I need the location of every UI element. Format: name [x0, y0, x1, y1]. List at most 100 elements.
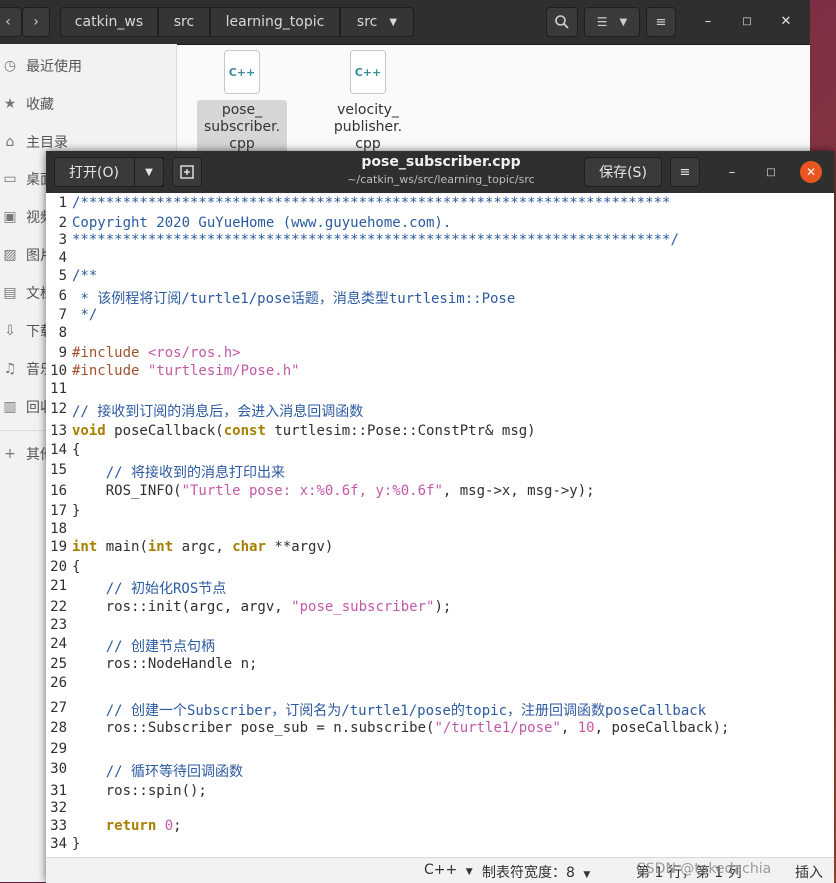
- code-token: const: [223, 423, 266, 439]
- image-icon: ▨: [3, 247, 17, 263]
- maximize-button[interactable]: □: [737, 11, 757, 31]
- new-document-icon: [180, 165, 194, 179]
- line-number: 6: [58, 288, 67, 304]
- minimize-icon: –: [704, 13, 712, 29]
- line-number: 21: [50, 578, 67, 594]
- breadcrumb-src[interactable]: src: [158, 7, 210, 37]
- breadcrumb-src-current[interactable]: src ▼: [340, 7, 414, 37]
- tab-width-selector[interactable]: 制表符宽度：8 ▼: [482, 862, 590, 882]
- code-token: "Turtle pose: x:%0.6f, y:%0.6f": [181, 483, 443, 499]
- code-token: 0: [164, 818, 174, 834]
- code-token: {: [72, 559, 81, 575]
- line-number: 23: [50, 617, 67, 633]
- trash-icon: ▥: [3, 399, 17, 415]
- plus-icon: +: [4, 446, 16, 462]
- code-token: * 该例程将订阅/turtle1/pose话题，消息类型turtlesim::P…: [72, 291, 516, 307]
- line-number: 29: [50, 741, 67, 757]
- code-token: /***************************************…: [72, 195, 671, 211]
- close-button[interactable]: ✕: [800, 161, 822, 183]
- code-token: // 创建一个Subscriber，订阅名为/turtle1/pose的topi…: [105, 703, 707, 719]
- line-number: 7: [58, 307, 67, 323]
- code-editor[interactable]: 1 2 3 4 5 6 7 8 9 10 11 12 13 14 15 16 17 18 19 20 21 22 23 24 2…: [46, 193, 834, 857]
- code-token: argc,: [173, 539, 233, 555]
- code-line: ros::spin();: [72, 783, 207, 799]
- minimize-button[interactable]: –: [722, 162, 742, 182]
- code-token: , poseCallback);: [594, 720, 730, 736]
- breadcrumb-catkin-ws[interactable]: catkin_ws: [60, 7, 158, 37]
- code-token: ;: [173, 818, 182, 834]
- code-token: );: [434, 599, 452, 615]
- code-token: turtlesim::Pose::ConstPtr& msg): [265, 423, 536, 439]
- code-line: */: [72, 307, 97, 323]
- text-editor-window: 打开(O) ▼ pose_subscriber.cpp ~/catkin_ws/…: [46, 151, 834, 883]
- chevron-right-icon: ›: [33, 14, 39, 30]
- line-number: 18: [50, 521, 67, 537]
- code-token: ,: [560, 720, 578, 736]
- line-number: 8: [58, 325, 67, 341]
- code-line: void poseCallback(const turtlesim::Pose:…: [72, 423, 536, 439]
- chevron-down-icon: ▼: [583, 870, 591, 880]
- line-number: 2: [58, 215, 67, 231]
- document-title: pose_subscriber.cpp: [361, 154, 521, 170]
- code-token: poseCallback(: [105, 423, 224, 439]
- language-selector[interactable]: C++ ▼: [424, 862, 473, 878]
- sidebar-item-recent[interactable]: ◷ 最近使用: [0, 48, 176, 84]
- code-line: #include <ros/ros.h>: [72, 345, 241, 361]
- code-line: * 该例程将订阅/turtle1/pose话题，消息类型turtlesim::P…: [72, 288, 515, 308]
- code-line: }: [72, 836, 80, 852]
- code-token: **argv): [265, 539, 334, 555]
- maximize-icon: □: [766, 166, 776, 178]
- code-line: ros::NodeHandle n;: [72, 656, 258, 672]
- new-tab-button[interactable]: [172, 157, 202, 187]
- code-token: Copyright 2020 GuYueHome (www.guyuehome.…: [72, 215, 452, 231]
- forward-button[interactable]: ›: [22, 7, 50, 37]
- code-token: ros::spin();: [72, 783, 207, 799]
- code-line: /***************************************…: [72, 195, 670, 211]
- menu-button[interactable]: ≡: [670, 157, 700, 187]
- code-token: , msg->x, msg->y);: [442, 483, 595, 499]
- sidebar-item-starred[interactable]: ★ 收藏: [0, 86, 176, 122]
- minimize-button[interactable]: –: [698, 11, 718, 31]
- line-number: 9: [58, 345, 67, 361]
- code-line: }: [72, 503, 80, 519]
- file-item-pose-subscriber[interactable]: C++ pose_ subscriber. cpp: [197, 50, 287, 155]
- file-item-velocity-publisher[interactable]: C++ velocity_ publisher. cpp: [323, 50, 413, 155]
- file-name: velocity_ publisher. cpp: [333, 102, 403, 152]
- code-token: // 初始化ROS节点: [105, 581, 227, 597]
- hamburger-icon: ≡: [679, 164, 691, 180]
- breadcrumb-learning-topic[interactable]: learning_topic: [210, 7, 340, 37]
- code-line: #include "turtlesim/Pose.h": [72, 363, 300, 379]
- code-token: {: [72, 442, 81, 458]
- search-button[interactable]: [546, 7, 578, 37]
- line-number: 4: [58, 250, 67, 266]
- open-dropdown-button[interactable]: ▼: [134, 157, 164, 187]
- line-number: 27: [50, 700, 67, 716]
- save-button[interactable]: 保存(S): [584, 157, 662, 187]
- line-number: 1: [58, 195, 67, 211]
- maximize-button[interactable]: □: [761, 162, 781, 182]
- line-number: 22: [50, 599, 67, 615]
- code-line: ROS_INFO("Turtle pose: x:%0.6f, y:%0.6f"…: [72, 483, 595, 499]
- chevron-down-icon: ▼: [619, 16, 628, 28]
- code-token: // 接收到订阅的消息后，会进入消息回调函数: [72, 404, 364, 420]
- line-number: 34: [50, 836, 67, 852]
- maximize-icon: □: [742, 15, 752, 27]
- menu-button[interactable]: ≡: [646, 7, 676, 37]
- view-toggle-button[interactable]: ☰ ▼: [584, 7, 640, 37]
- chevron-down-icon: ▼: [145, 166, 153, 178]
- line-number: 33: [50, 818, 67, 834]
- code-token: */: [72, 307, 98, 323]
- search-icon: [555, 15, 569, 29]
- close-button[interactable]: ✕: [776, 11, 796, 31]
- back-button[interactable]: ‹: [0, 7, 22, 37]
- code-line: {: [72, 559, 80, 575]
- code-token: <ros/ros.h>: [147, 345, 241, 361]
- cpp-file-icon: C++: [350, 50, 386, 94]
- code-token: "pose_subscriber": [291, 599, 435, 615]
- line-number: 31: [50, 783, 67, 799]
- home-icon: ⌂: [5, 134, 15, 150]
- minimize-icon: –: [728, 164, 736, 180]
